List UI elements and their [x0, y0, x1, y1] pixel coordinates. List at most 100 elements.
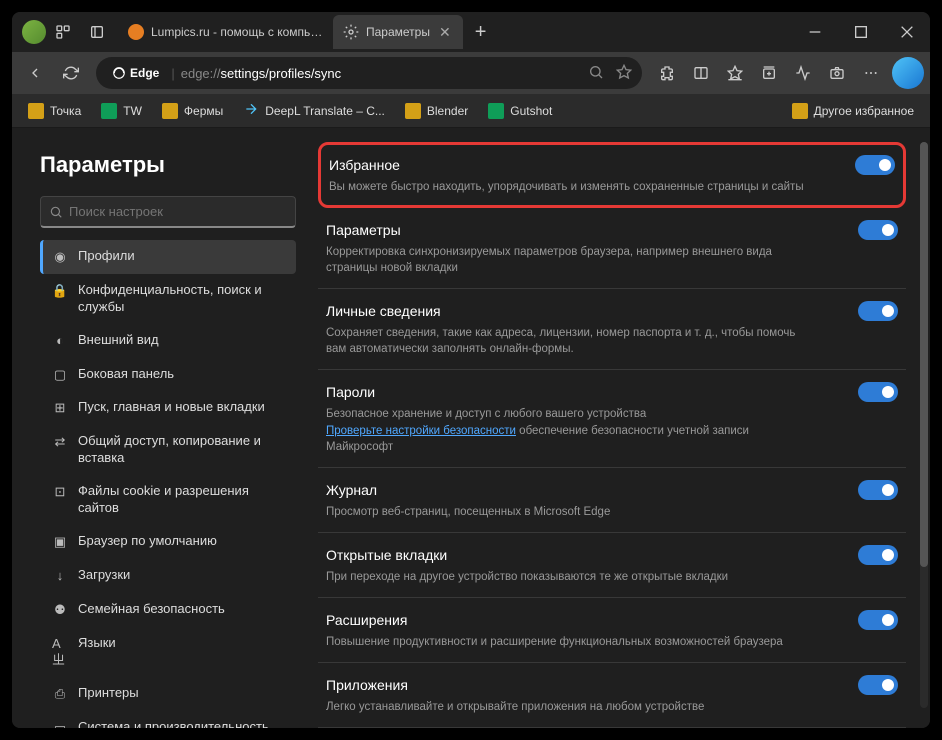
setting-row: ПриложенияЛегко устанавливайте и открыва… — [318, 663, 906, 728]
sidebar-item[interactable]: ⊞Пуск, главная и новые вкладки — [40, 391, 296, 425]
content-area: Параметры ◉ Профили 🔒Конфиденциальность, п… — [12, 128, 930, 728]
search-icon[interactable] — [588, 64, 604, 83]
folder-icon — [792, 103, 808, 119]
bookmark-icon — [243, 101, 259, 120]
sidebar-item[interactable]: 🔒Конфиденциальность, поиск и службы — [40, 274, 296, 324]
sidebar-item-label: Пуск, главная и новые вкладки — [78, 399, 265, 416]
sidebar-item[interactable]: ▣ Браузер по умолчанию — [40, 525, 296, 559]
setting-description: Легко устанавливайте и открывайте прилож… — [326, 699, 806, 715]
sidebar-item-label: Языки — [78, 635, 116, 652]
sidebar-item-label: Принтеры — [78, 685, 139, 702]
setting-title: Пароли — [326, 384, 375, 400]
tab-settings[interactable]: Параметры ✕ — [333, 15, 463, 49]
bookmark-icon — [488, 103, 504, 119]
bookmark-item[interactable]: Фермы — [154, 99, 231, 123]
split-icon[interactable] — [684, 56, 718, 90]
nav-icon: ▭ — [52, 720, 68, 728]
favicon-lumpics — [128, 24, 144, 40]
close-button[interactable] — [884, 12, 930, 52]
bookmark-icon — [28, 103, 44, 119]
tab-label: Lumpics.ru - помощь с компьюте — [151, 25, 323, 39]
sidebar-item[interactable]: AㄓЯзыки — [40, 627, 296, 678]
setting-description: Вы можете быстро находить, упорядочивать… — [329, 179, 809, 195]
sidebar-item-label: Файлы cookie и разрешения сайтов — [78, 483, 284, 517]
screenshot-icon[interactable] — [820, 56, 854, 90]
sidebar-item-label: Общий доступ, копирование и вставка — [78, 433, 284, 467]
setting-title: Избранное — [329, 157, 400, 173]
sidebar-item-label: Система и производительность — [78, 719, 269, 728]
nav-icon: ↓ — [52, 568, 68, 585]
star-icon[interactable] — [616, 64, 632, 83]
setting-row: РасширенияПовышение продуктивности и рас… — [318, 598, 906, 663]
setting-title: Журнал — [326, 482, 377, 498]
sidebar-item-label: Боковая панель — [78, 366, 174, 383]
toggle-switch[interactable] — [855, 155, 895, 175]
bookmark-item[interactable]: DeepL Translate – C... — [235, 97, 393, 124]
setting-description: Безопасное хранение и доступ с любого ва… — [326, 406, 806, 454]
menu-icon[interactable] — [854, 56, 888, 90]
setting-row: Открытые вкладкиПри переходе на другое у… — [318, 533, 906, 598]
toggle-switch[interactable] — [858, 382, 898, 402]
toggle-switch[interactable] — [858, 610, 898, 630]
url-text: edge://settings/profiles/sync — [181, 66, 582, 81]
sidebar-item[interactable]: ⊡Файлы cookie и разрешения сайтов — [40, 475, 296, 525]
bookmark-item[interactable]: Gutshot — [480, 99, 560, 123]
window-controls — [792, 12, 930, 52]
setting-description: Корректировка синхронизируемых параметро… — [326, 244, 806, 276]
bookmark-item[interactable]: Точка — [20, 99, 89, 123]
workspaces-icon[interactable] — [46, 24, 80, 40]
copilot-button[interactable] — [892, 57, 924, 89]
nav-icon: ◉ — [52, 249, 68, 266]
new-tab-button[interactable]: + — [463, 21, 499, 44]
setting-description: Повышение продуктивности и расширение фу… — [326, 634, 806, 650]
sidebar-item-label: Семейная безопасность — [78, 601, 225, 618]
bookmark-item[interactable]: Blender — [397, 99, 476, 123]
sidebar-item-label: Браузер по умолчанию — [78, 533, 217, 550]
sidebar-item-label: Профили — [78, 248, 135, 265]
sidebar-item[interactable]: ⚉Семейная безопасность — [40, 593, 296, 627]
sidebar-item[interactable]: ◐Внешний вид — [40, 324, 296, 358]
tab-lumpics[interactable]: Lumpics.ru - помощь с компьюте — [118, 15, 333, 49]
setting-title: Параметры — [326, 222, 401, 238]
toggle-switch[interactable] — [858, 545, 898, 565]
other-bookmarks[interactable]: Другое избранное — [784, 99, 922, 123]
refresh-button[interactable] — [54, 56, 88, 90]
extensions-icon[interactable] — [650, 56, 684, 90]
close-icon[interactable]: ✕ — [437, 22, 453, 43]
nav-icon: 🔒 — [52, 283, 68, 300]
search-settings[interactable] — [40, 196, 296, 228]
scrollbar[interactable] — [920, 142, 928, 708]
back-button[interactable] — [18, 56, 52, 90]
favorites-icon[interactable] — [718, 56, 752, 90]
sidebar-item[interactable]: ⇄Общий доступ, копирование и вставка — [40, 425, 296, 475]
sidebar-item[interactable]: ⎙ Принтеры — [40, 677, 296, 711]
tab-actions-icon[interactable] — [80, 24, 114, 40]
settings-sidebar: Параметры ◉ Профили 🔒Конфиденциальность, п… — [12, 128, 308, 728]
sidebar-item[interactable]: ◉ Профили — [40, 240, 296, 274]
collections-icon[interactable] — [752, 56, 786, 90]
toggle-switch[interactable] — [858, 301, 898, 321]
profile-avatar[interactable] — [22, 20, 46, 44]
toggle-switch[interactable] — [858, 220, 898, 240]
setting-row: Личные сведенияСохраняет сведения, такие… — [318, 289, 906, 370]
sidebar-item[interactable]: ▢Боковая панель — [40, 358, 296, 392]
toolbar: Edge | edge://settings/profiles/sync — [12, 52, 930, 94]
toggle-switch[interactable] — [858, 675, 898, 695]
bookmark-item[interactable]: TW — [93, 99, 150, 123]
maximize-button[interactable] — [838, 12, 884, 52]
scrollbar-thumb[interactable] — [920, 142, 928, 567]
sidebar-item[interactable]: ▭ Система и производительность — [40, 711, 296, 728]
sidebar-item[interactable]: ↓Загрузки — [40, 559, 296, 593]
address-bar[interactable]: Edge | edge://settings/profiles/sync — [96, 57, 642, 89]
nav-icon: ▣ — [52, 534, 68, 551]
nav-icon: ⎙ — [52, 686, 68, 703]
performance-icon[interactable] — [786, 56, 820, 90]
gear-icon — [343, 24, 359, 40]
page-title: Параметры — [40, 152, 296, 178]
setting-link[interactable]: Проверьте настройки безопасности — [326, 425, 516, 437]
toggle-switch[interactable] — [858, 480, 898, 500]
search-input[interactable] — [69, 204, 287, 219]
minimize-button[interactable] — [792, 12, 838, 52]
setting-description: При переходе на другое устройство показы… — [326, 569, 806, 585]
setting-description: Просмотр веб-страниц, посещенных в Micro… — [326, 504, 806, 520]
